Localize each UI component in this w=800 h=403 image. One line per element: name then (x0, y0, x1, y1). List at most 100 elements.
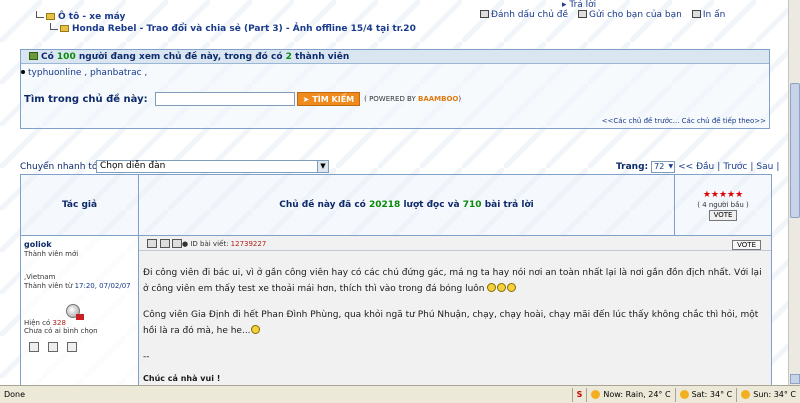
smiley-icon (507, 283, 517, 292)
smiley-icon (497, 283, 507, 292)
weather-icon (591, 390, 601, 399)
topic-actions: Đánh dấu chủ đề Gửi cho bạn của bạn In ấ… (480, 10, 725, 20)
post-id-value: 12739227 (230, 240, 267, 248)
smiley-icon (250, 325, 260, 334)
vertical-scrollbar[interactable] (788, 0, 800, 385)
scroll-down-button[interactable] (790, 374, 800, 384)
powered-suffix: ) (458, 95, 462, 103)
search-input[interactable] (154, 92, 295, 106)
breadcrumb-level1-label: Ô tô - xe máy (58, 12, 126, 22)
post-toolbar: ● ID bài viết: 12739227 VOTE (139, 236, 771, 251)
page-prev-link[interactable]: Trước (723, 162, 747, 172)
post-author-panel: goliok Thành viên mới ,Vietnam Thành viê… (21, 236, 139, 385)
viewers-count: 100 (56, 52, 76, 62)
edit-profile-icon[interactable] (29, 342, 39, 352)
bookmark-icon (480, 10, 489, 18)
post-paragraph-2: Công viên Gia Định đi hết Phan Đình Phùn… (143, 310, 759, 336)
page-separator: | (776, 162, 780, 172)
chevron-down-icon[interactable]: ▼ (317, 161, 328, 172)
quote-icon[interactable] (172, 239, 182, 248)
current-value: 328 (52, 319, 66, 327)
search-button-label: TÌM KIẾM (312, 94, 355, 104)
breadcrumb-level2[interactable]: Honda Rebel - Trao đổi và chia sẻ (Part … (50, 23, 416, 34)
signature-separator: -- (143, 352, 150, 362)
post-id: ● ID bài viết: 12739227 (182, 240, 266, 248)
topic-vote-button[interactable]: VOTE (708, 209, 738, 221)
pagination: Trang: 72 ▼ << Đầu | Trước | Sau | (616, 161, 779, 173)
topic-stats: Chủ đề này đã có 20218 lượt đọc và 710 b… (139, 175, 675, 235)
breadcrumb-level1[interactable]: Ô tô - xe máy (36, 11, 125, 22)
printer-icon (691, 10, 701, 18)
smiley-icon (487, 283, 497, 292)
author-location: ,Vietnam (24, 273, 56, 281)
reads-count: 20218 (369, 200, 401, 210)
si-icon: S (576, 390, 583, 399)
post-body: ● ID bài viết: 12739227 VOTE Đi công viê… (139, 236, 771, 385)
edit-icon[interactable] (147, 239, 157, 248)
powered-brand: BAAMBOO (417, 95, 459, 103)
viewers-suffix: thành viên (291, 52, 350, 62)
rating-stars: ★★★★★ (702, 189, 744, 200)
status-bar: Done S Now: Rain, 24° C Sat: 34° C Sun: … (0, 385, 800, 403)
group-icon (29, 52, 38, 60)
weather-sun-label: Sun: 34° C (753, 390, 796, 399)
page-separator: | (717, 162, 721, 172)
profile-icon[interactable] (67, 342, 77, 352)
breadcrumb-level2-label: Honda Rebel - Trao đổi và chia sẻ (Part … (72, 24, 416, 34)
weather-sun[interactable]: Sun: 34° C (736, 387, 800, 402)
chevron-down-icon: ▼ (668, 163, 674, 170)
viewers-panel: Có 100 người đang xem chủ đề này, trong … (20, 49, 770, 129)
search-label: Tìm trong chủ đề này: (24, 93, 148, 105)
forum-jump-selected: Chọn diễn đàn (100, 161, 166, 171)
folder-icon (46, 13, 55, 20)
rating-count: ( 4 người bầu ) (697, 200, 749, 209)
message-icon[interactable] (48, 342, 58, 352)
printer-icon[interactable] (160, 239, 170, 248)
replies-count: 710 (462, 200, 482, 210)
weather-now-label: Now: Rain, 24° C (603, 390, 671, 399)
mail-icon (578, 10, 588, 18)
joined-label: Thành viên từ (24, 282, 75, 290)
post-content: Đi công viên đi bác ui, vì ở gần công vi… (139, 251, 771, 387)
post-id-label: ID bài viết: (190, 240, 231, 248)
viewers-middle: người đang xem chủ đề này, trong đó có (75, 52, 286, 62)
tree-branch-icon (50, 23, 58, 30)
powered-by: ( POWERED BY BAAMBOO) (364, 95, 461, 103)
bookmark-label: Đánh dấu chủ đề (491, 10, 569, 20)
stats-prefix: Chủ đề này đã có (279, 200, 366, 210)
topic-search: Tìm trong chủ đề này: ➤ TÌM KIẾM ( POWERE… (24, 92, 461, 106)
prev-next-topic-links[interactable]: <<Các chủ đề trước... Các chủ đề tiếp th… (602, 117, 766, 125)
members-list[interactable]: typhuonline , phanbatrac , (21, 68, 147, 78)
author-name[interactable]: goliok (24, 240, 135, 249)
jump-label: Chuyển nhanh tới: (20, 162, 103, 172)
folder-open-icon (60, 25, 69, 32)
page-next-link[interactable]: Sau (756, 162, 773, 172)
send-friend-link[interactable]: Gửi cho bạn của bạn (578, 10, 682, 20)
weather-now[interactable]: Now: Rain, 24° C (586, 387, 674, 402)
weather-sat[interactable]: Sat: 34° C (674, 387, 737, 402)
post-paragraph-1: Đi công viên đi bác ui, vì ở gần công vi… (143, 268, 762, 294)
search-button[interactable]: ➤ TÌM KIẾM (296, 92, 361, 106)
post-vote-button[interactable]: VOTE (732, 240, 761, 250)
scrollbar-thumb[interactable] (790, 83, 800, 218)
bookmark-link[interactable]: Đánh dấu chủ đề (480, 10, 568, 20)
arrow-icon: ➤ (302, 94, 310, 104)
print-label: In ấn (702, 10, 726, 20)
page-select[interactable]: 72 ▼ (651, 161, 676, 173)
joined-date: 17:20, 07/02/07 (74, 282, 131, 290)
status-text: Done (4, 390, 26, 399)
reply-link[interactable]: ▸ Trả lời (562, 0, 596, 10)
topic-table-header: Tác giả Chủ đề này đã có 20218 lượt đọc … (20, 174, 772, 236)
forum-jump-select[interactable]: Chọn diễn đàn ▼ (96, 160, 329, 173)
stats-suffix: bài trả lời (484, 200, 534, 210)
members-names[interactable]: typhuonline , phanbatrac , (28, 68, 147, 78)
page-first-link[interactable]: << Đầu (678, 162, 714, 172)
print-link[interactable]: In ấn (691, 10, 726, 20)
si-indicator[interactable]: S (571, 387, 587, 402)
viewers-prefix: Có (41, 52, 57, 62)
viewers-header: Có 100 người đang xem chủ đề này, trong … (21, 50, 769, 64)
powered-prefix: ( POWERED BY (364, 95, 418, 103)
reply-label: Trả lời (569, 0, 597, 10)
badge-icon (76, 314, 84, 320)
tree-branch-icon (36, 11, 44, 18)
